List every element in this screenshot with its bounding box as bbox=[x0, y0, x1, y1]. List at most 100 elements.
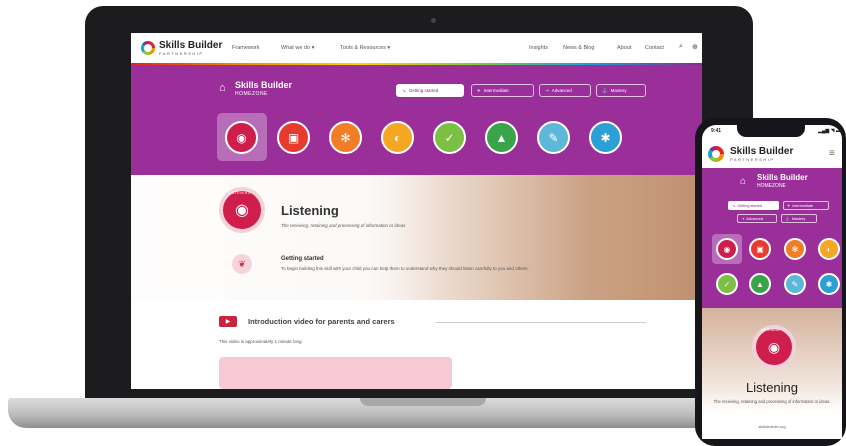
phone-skill-problem-solving[interactable]: ✻ bbox=[784, 238, 806, 260]
skill-icon: ▲ bbox=[756, 279, 764, 289]
phone-listening-subtitle: The receiving, retaining and processing … bbox=[713, 399, 831, 404]
nav-what-we-do[interactable]: What we do ▾ bbox=[281, 45, 314, 51]
level-label: Mastery bbox=[791, 216, 806, 221]
search-icon[interactable]: ⌕ bbox=[679, 43, 683, 51]
phone-level-mastery[interactable]: ⚓ Mastery bbox=[781, 214, 817, 223]
skill-icon: ◉ bbox=[723, 244, 731, 254]
listening-badge-label: LISTENING bbox=[228, 191, 251, 195]
skill-listening-button[interactable]: ◉ bbox=[225, 121, 258, 154]
skill-creativity-button[interactable]: ◐ bbox=[381, 121, 414, 154]
laptop-camera bbox=[431, 18, 436, 23]
level-label: Getting started bbox=[737, 203, 763, 208]
phone-badge-label: LISTENING bbox=[761, 328, 780, 332]
hero-photo-fade bbox=[131, 175, 702, 300]
skill-icon: ▲ bbox=[495, 130, 508, 145]
skill-icon: ◐ bbox=[826, 244, 832, 254]
logo-subtitle: PARTNERSHIP bbox=[159, 51, 204, 56]
skill-icon: ✻ bbox=[340, 130, 351, 145]
phone-skill-creativity[interactable]: ◐ bbox=[818, 238, 840, 260]
phone-skill-listening[interactable]: ◉ bbox=[716, 238, 738, 260]
level-icon: ✈ bbox=[477, 87, 481, 93]
logo-title[interactable]: Skills Builder bbox=[159, 40, 222, 51]
skill-icon: ▣ bbox=[756, 244, 764, 254]
skill-icon: ✎ bbox=[548, 130, 559, 145]
phone-skill-teamwork[interactable]: ✱ bbox=[818, 273, 840, 295]
skill-icon: ◐ bbox=[393, 130, 402, 145]
skill-speaking-button[interactable]: ▣ bbox=[277, 121, 310, 154]
skill-aiming-high-button[interactable]: ▲ bbox=[485, 121, 518, 154]
globe-icon[interactable]: ⊕ bbox=[692, 43, 698, 51]
skill-icon: ✻ bbox=[791, 244, 799, 254]
nav-about[interactable]: About bbox=[617, 45, 631, 51]
skill-staying-positive-button[interactable]: ✓ bbox=[433, 121, 466, 154]
level-intermediate-button[interactable]: ✈ Intermediate bbox=[471, 84, 534, 97]
level-icon: ⚓ bbox=[602, 87, 608, 93]
level-getting-started-button[interactable]: ↘ Getting started bbox=[396, 84, 464, 97]
phone-listening-title: Listening bbox=[745, 380, 799, 395]
video-length-note: This video is approximately 1 minute lon… bbox=[219, 339, 303, 344]
phone-time: 9:41 bbox=[711, 128, 722, 134]
level-label: Intermediate bbox=[792, 203, 814, 208]
phone-skill-leadership[interactable]: ✎ bbox=[784, 273, 806, 295]
section-divider bbox=[436, 322, 646, 323]
skills-builder-logo-icon[interactable] bbox=[141, 41, 155, 55]
level-label: Intermediate bbox=[483, 88, 509, 93]
sprout-icon: ❦ bbox=[232, 254, 252, 274]
video-player[interactable] bbox=[219, 357, 452, 389]
phone-home-icon: ⌂ bbox=[740, 176, 747, 187]
video-play-icon[interactable]: ▶ bbox=[219, 316, 237, 327]
skill-problem-solving-button[interactable]: ✻ bbox=[329, 121, 362, 154]
level-icon: ⇢ bbox=[741, 217, 745, 221]
phone-skill-aiming-high[interactable]: ▲ bbox=[749, 273, 771, 295]
level-label: Advanced bbox=[551, 88, 572, 93]
home-icon: ⌂ bbox=[219, 82, 226, 94]
level-label: Getting started bbox=[408, 88, 439, 93]
level-icon: ⚓ bbox=[785, 217, 790, 221]
site-navbar: Skills Builder PARTNERSHIP Framework Wha… bbox=[131, 33, 702, 63]
homezone-subtitle: HOMEZONE bbox=[235, 91, 268, 97]
level-label: Advanced bbox=[746, 216, 764, 221]
phone-level-advanced[interactable]: ⇢ Advanced bbox=[737, 214, 777, 223]
level-icon: ↘ bbox=[732, 204, 736, 208]
phone-logo-title[interactable]: Skills Builder bbox=[730, 146, 793, 157]
skill-icon: ✓ bbox=[444, 130, 455, 145]
phone-url-bar[interactable]: skillsbuilder.org bbox=[702, 424, 842, 429]
hamburger-menu-icon[interactable]: ≡ bbox=[829, 148, 835, 159]
nav-contact[interactable]: Contact bbox=[645, 45, 664, 51]
skill-icon: ◉ bbox=[236, 130, 247, 145]
laptop-opening-notch bbox=[360, 398, 486, 406]
phone-homezone-title: Skills Builder bbox=[757, 173, 808, 182]
phone-homezone-subtitle: HOMEZONE bbox=[757, 183, 786, 189]
step-text: To begin building this skill with your c… bbox=[281, 266, 529, 271]
phone-notch bbox=[737, 125, 805, 137]
listening-title: Listening bbox=[281, 203, 339, 218]
nav-framework[interactable]: Framework bbox=[232, 45, 260, 51]
nav-insights[interactable]: Insights bbox=[529, 45, 548, 51]
listening-subtitle: The receiving, retaining and processing … bbox=[281, 223, 406, 228]
video-section-title: Introduction video for parents and carer… bbox=[248, 317, 395, 326]
level-icon: ⇢ bbox=[545, 87, 549, 93]
skill-icon: ✓ bbox=[723, 279, 731, 289]
skill-icon: ✱ bbox=[825, 279, 833, 289]
skill-icon: ✱ bbox=[600, 130, 611, 145]
homezone-title: Skills Builder bbox=[235, 80, 293, 90]
phone-logo-icon[interactable] bbox=[708, 146, 724, 162]
skill-teamwork-button[interactable]: ✱ bbox=[589, 121, 622, 154]
nav-tools-resources[interactable]: Tools & Resources ▾ bbox=[340, 45, 390, 51]
skill-leadership-button[interactable]: ✎ bbox=[537, 121, 570, 154]
phone-level-intermediate[interactable]: ✈ Intermediate bbox=[783, 201, 829, 210]
level-label: Mastery bbox=[610, 88, 627, 93]
skill-icon: ✎ bbox=[791, 279, 799, 289]
level-advanced-button[interactable]: ⇢ Advanced bbox=[539, 84, 591, 97]
phone-status-icons: ▂▄▆ ◥ ▬ bbox=[818, 128, 841, 134]
phone-skill-speaking[interactable]: ▣ bbox=[749, 238, 771, 260]
level-icon: ✈ bbox=[787, 204, 791, 208]
step-title: Getting started bbox=[281, 256, 324, 262]
level-icon: ↘ bbox=[402, 87, 406, 93]
phone-logo-subtitle: PARTNERSHIP bbox=[730, 157, 775, 162]
nav-news-blog[interactable]: News & Blog bbox=[563, 45, 595, 51]
phone-level-getting-started[interactable]: ↘ Getting started bbox=[728, 201, 779, 210]
phone-skill-staying-positive[interactable]: ✓ bbox=[716, 273, 738, 295]
level-mastery-button[interactable]: ⚓ Mastery bbox=[596, 84, 646, 97]
skill-icon: ▣ bbox=[287, 130, 300, 145]
